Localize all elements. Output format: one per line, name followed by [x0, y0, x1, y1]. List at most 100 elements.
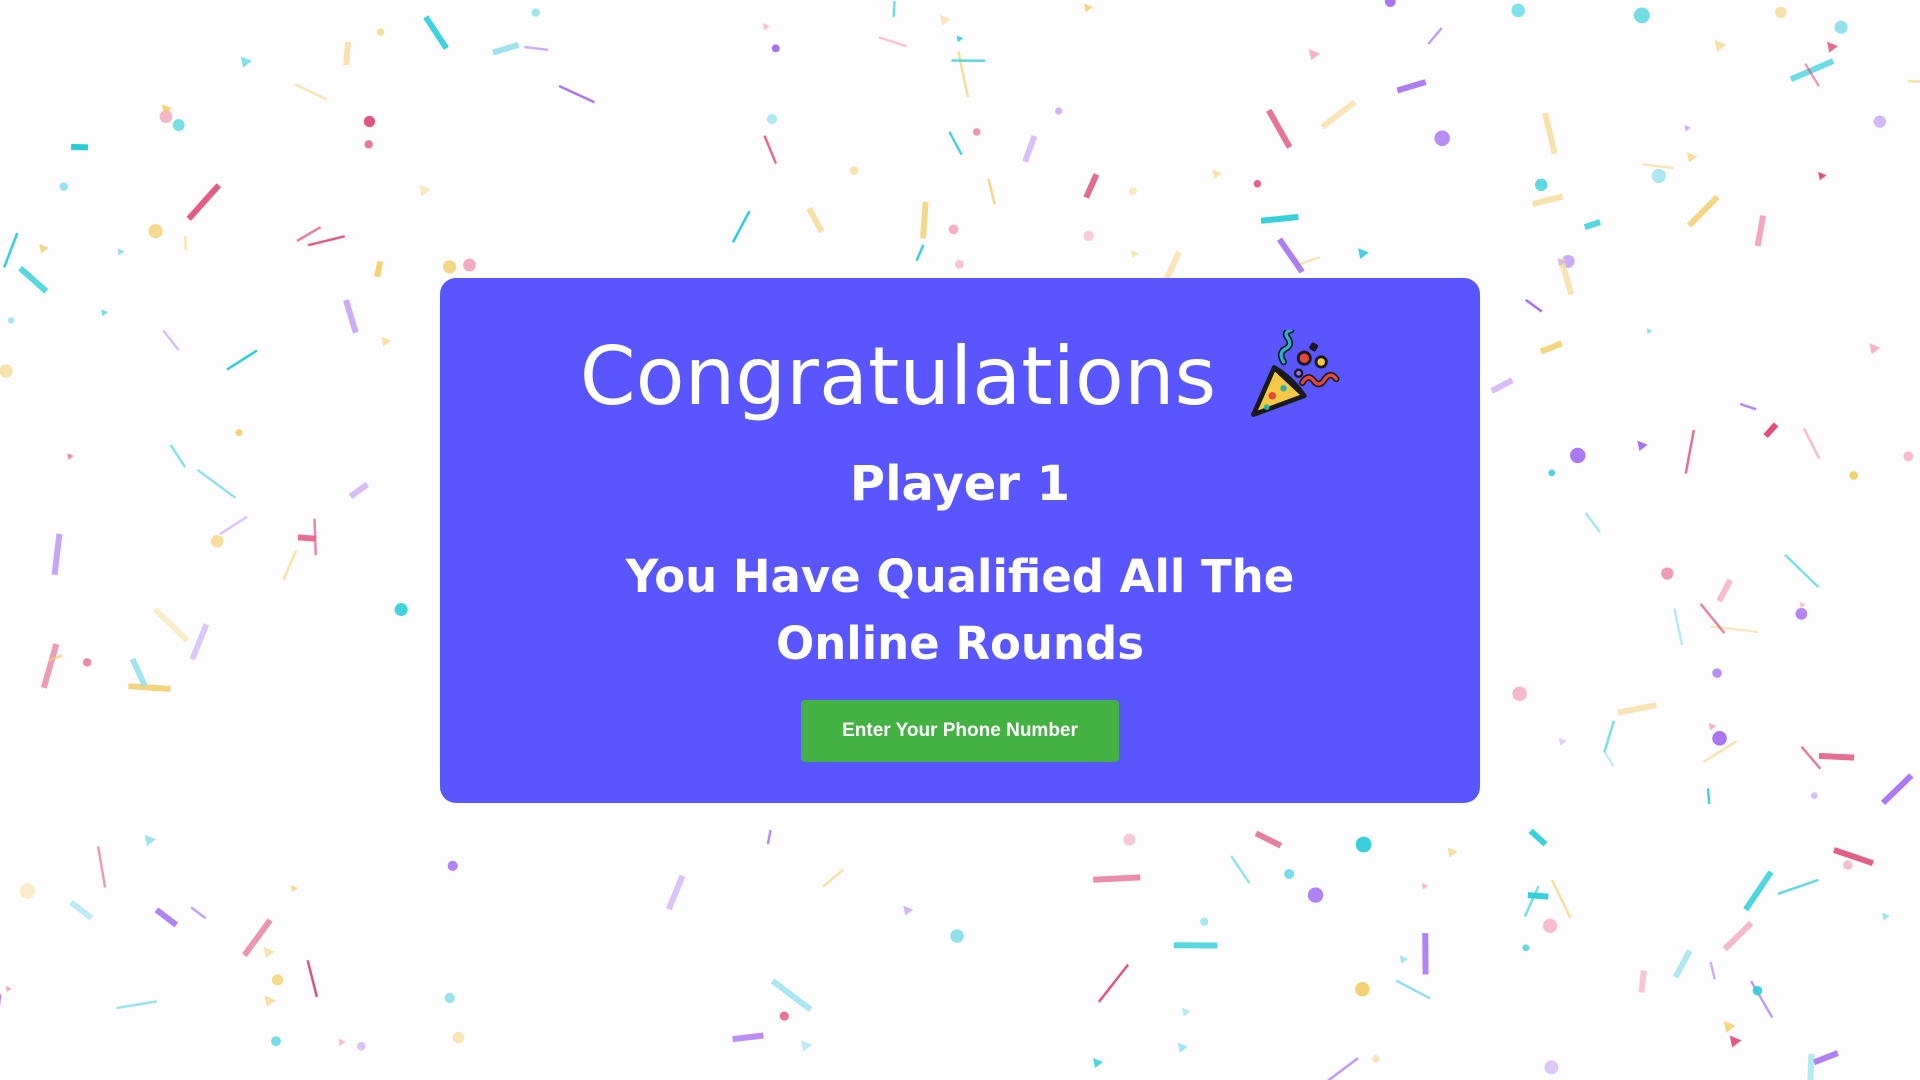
confetti-dot — [1651, 168, 1666, 184]
confetti-strip — [196, 468, 237, 499]
confetti-dot — [1775, 6, 1787, 19]
confetti-strip — [1812, 1050, 1839, 1066]
confetti-triangle — [1558, 737, 1567, 746]
confetti-strip — [1777, 878, 1819, 896]
confetti-dot — [82, 658, 92, 667]
confetti-triangle — [1869, 343, 1881, 355]
confetti-strip — [957, 51, 970, 98]
confetti-dot — [447, 860, 458, 871]
confetti-strip — [154, 907, 179, 928]
confetti-strip — [1539, 340, 1563, 355]
confetti-dot — [1200, 917, 1209, 926]
confetti-strip — [2, 232, 19, 268]
confetti-strip — [1716, 578, 1733, 603]
confetti-strip — [343, 41, 351, 66]
confetti-strip — [1642, 163, 1674, 170]
confetti-triangle — [263, 947, 275, 959]
confetti-dot — [235, 429, 243, 437]
confetti-strip — [666, 874, 686, 911]
confetti-strip — [492, 41, 520, 56]
confetti-strip — [129, 657, 148, 687]
confetti-strip — [189, 623, 210, 661]
confetti-dot — [972, 128, 981, 136]
confetti-triangle — [956, 35, 964, 43]
player-name: Player 1 — [849, 456, 1071, 512]
confetti-dot — [1542, 918, 1558, 933]
confetti-strip — [1807, 1053, 1815, 1080]
title-row: Congratulations — [440, 322, 1480, 432]
confetti-triangle — [264, 995, 276, 1007]
confetti-strip — [1684, 429, 1696, 474]
confetti-strip — [1603, 720, 1616, 753]
confetti-strip — [1699, 603, 1726, 634]
confetti-strip — [1763, 422, 1779, 438]
confetti-triangle — [1637, 440, 1648, 452]
confetti-strip — [806, 206, 825, 234]
confetti-strip — [948, 131, 963, 156]
confetti-dot — [1712, 668, 1722, 678]
confetti-strip — [558, 84, 595, 104]
confetti-strip — [732, 1032, 764, 1043]
confetti-strip — [1523, 885, 1540, 918]
confetti-strip — [1802, 427, 1821, 460]
confetti-triangle — [1130, 249, 1140, 258]
confetti-strip — [1584, 512, 1601, 533]
confetti-strip — [1706, 788, 1711, 805]
confetti-triangle — [1421, 883, 1429, 890]
confetti-triangle — [1447, 847, 1458, 858]
confetti-strip — [1528, 828, 1548, 847]
confetti-strip — [1800, 745, 1822, 770]
confetti-dot — [948, 224, 959, 235]
confetti-strip — [1739, 402, 1757, 411]
confetti-dot — [1522, 944, 1530, 952]
confetti-triangle — [39, 243, 49, 254]
confetti-strip — [1672, 949, 1693, 979]
confetti-strip — [1531, 193, 1564, 207]
confetti-triangle — [1646, 328, 1653, 335]
confetti-strip — [1427, 27, 1443, 45]
confetti-strip — [892, 1, 896, 18]
confetti-dot — [1434, 130, 1450, 147]
confetti-dot — [779, 1011, 789, 1021]
confetti-dot — [1123, 833, 1136, 846]
confetti-dot — [1810, 792, 1818, 799]
confetti-dot — [766, 113, 778, 125]
confetti-strip — [51, 533, 63, 576]
confetti-triangle — [1729, 1035, 1742, 1048]
confetti-triangle — [1684, 125, 1691, 132]
confetti-strip — [915, 244, 925, 262]
confetti-dot — [1544, 1060, 1559, 1075]
confetti-dot — [1355, 836, 1372, 853]
confetti-dot — [1384, 0, 1396, 7]
confetti-triangle — [1723, 1020, 1736, 1033]
confetti-strip — [878, 35, 908, 48]
confetti-dot — [1534, 178, 1548, 192]
confetti-triangle — [338, 1038, 346, 1047]
confetti-dot — [442, 260, 457, 274]
confetti-strip — [1525, 298, 1543, 313]
confetti-triangle — [1714, 40, 1727, 52]
confetti-dot — [1548, 469, 1556, 477]
confetti-strip — [1709, 961, 1716, 980]
confetti-dot — [1128, 187, 1137, 196]
confetti-strip — [1230, 855, 1251, 884]
confetti-strip — [226, 349, 258, 371]
confetti-triangle — [1212, 169, 1223, 180]
confetti-strip — [1617, 702, 1658, 716]
confetti-triangle — [1882, 912, 1891, 921]
confetti-strip — [1396, 79, 1427, 94]
confetti-strip — [282, 550, 298, 581]
confetti-strip — [1880, 773, 1914, 806]
confetti-strip — [1743, 870, 1774, 912]
confetti-strip — [96, 846, 107, 888]
confetti-strip — [297, 534, 316, 542]
congratulations-card: Congratulations Player 1 You Have Qualif… — [440, 278, 1480, 803]
confetti-strip — [1550, 879, 1572, 919]
confetti-dot — [1055, 107, 1063, 115]
confetti-strip — [1542, 112, 1558, 155]
confetti-strip — [1722, 920, 1754, 952]
party-popper-icon — [1251, 330, 1340, 417]
confetti-strip — [190, 906, 207, 920]
confetti-triangle — [1358, 248, 1369, 259]
enter-phone-number-button[interactable]: Enter Your Phone Number — [801, 700, 1119, 762]
